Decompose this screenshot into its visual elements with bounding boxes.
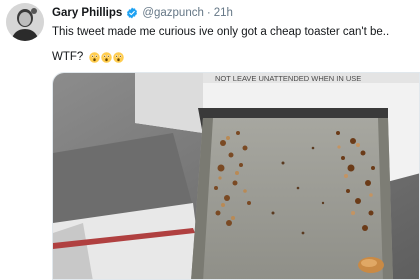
emoji-group [89, 51, 125, 63]
avatar-photo-icon [6, 3, 44, 41]
author-handle[interactable]: @gazpunch [142, 7, 204, 19]
astonished-face-icon [113, 51, 125, 63]
tweet-text-line-1: This tweet made me curious ive only got … [52, 26, 390, 38]
author-name[interactable]: Gary Phillips [52, 7, 122, 19]
separator: · [206, 7, 211, 19]
tweet-photo[interactable]: NOT LEAVE UNATTENDED WHEN IN USE [52, 72, 420, 280]
avatar[interactable] [6, 3, 44, 41]
astonished-face-icon [101, 51, 113, 63]
tweet-header: Gary Phillips @gazpunch · 21h [52, 6, 233, 20]
tweet-card: Gary Phillips @gazpunch · 21h This tweet… [0, 0, 420, 280]
toaster-crumb-tray-photo: NOT LEAVE UNATTENDED WHEN IN USE [53, 73, 419, 279]
tweet-text-wtf: WTF? [52, 51, 84, 63]
verified-badge-icon [127, 7, 138, 19]
astonished-face-icon [89, 51, 101, 63]
tweet-text-line-2: WTF? [52, 51, 125, 63]
toaster-warning-label: NOT LEAVE UNATTENDED WHEN IN USE [215, 74, 361, 83]
timestamp[interactable]: 21h [214, 7, 233, 19]
